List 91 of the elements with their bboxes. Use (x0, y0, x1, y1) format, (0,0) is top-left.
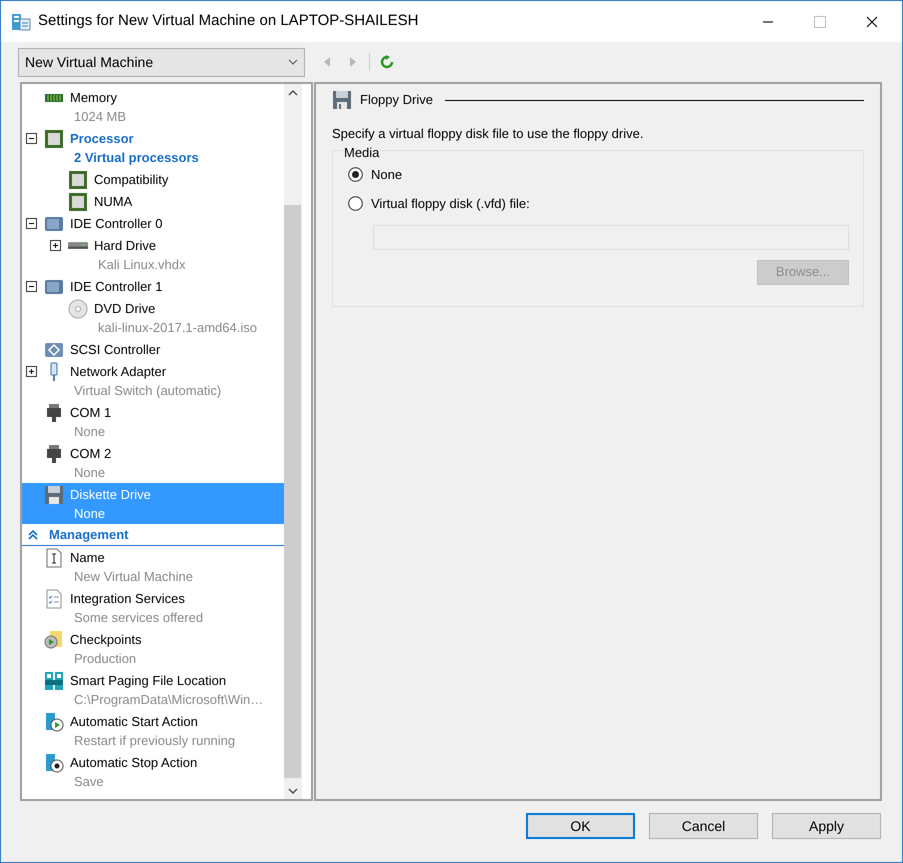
item-label: Network Adapter (70, 362, 166, 381)
tree-item[interactable]: IDE Controller 0 (22, 212, 284, 234)
item-label: Compatibility (94, 170, 168, 189)
item-detail: None (74, 506, 106, 521)
checklist-icon (44, 588, 64, 608)
floppy-icon (44, 484, 64, 504)
text-cursor-icon (44, 548, 64, 568)
item-label: Processor (70, 130, 134, 148)
item-label: IDE Controller 0 (70, 214, 162, 233)
item-detail: None (74, 465, 106, 480)
item-detail: Production (74, 651, 136, 666)
hard-drive-icon (68, 242, 88, 249)
item-detail: New Virtual Machine (74, 569, 193, 584)
item-label: IDE Controller 1 (70, 278, 162, 296)
chip-icon (68, 192, 88, 212)
serial-port-icon (44, 402, 64, 422)
item-label: Integration Services (70, 590, 185, 608)
scrollbar[interactable] (284, 84, 302, 799)
item-label: COM 1 (70, 404, 112, 422)
refresh-icon[interactable] (380, 55, 394, 69)
tree-item[interactable]: DVD Drive kali-linux-2017.1-amd64.iso (22, 297, 284, 338)
tree-item[interactable]: Integration Services Some services offered (22, 587, 284, 628)
item-label: NUMA (94, 192, 132, 211)
stop-action-icon (44, 752, 64, 772)
checkpoint-icon (44, 630, 64, 650)
collapse-icon[interactable] (26, 133, 37, 144)
item-label: DVD Drive (94, 300, 156, 318)
tree-item[interactable]: COM 1 None (22, 401, 284, 442)
radio-label: Virtual floppy disk (.vfd) file: (371, 195, 530, 213)
tree-item[interactable]: Processor 2 Virtual processors (22, 127, 284, 168)
chevron-icon (288, 59, 298, 65)
scrollbar-thumb[interactable] (284, 205, 301, 778)
tree-item[interactable]: Smart Paging File Location C:\ProgramData\Microsoft\Win… (22, 669, 284, 710)
expand-icon[interactable] (26, 366, 37, 377)
disc-icon (68, 298, 88, 318)
item-detail: kali-linux-2017.1-amd64.iso (98, 320, 257, 335)
tree-item[interactable]: Automatic Stop Action Save (22, 751, 284, 792)
tree-item[interactable]: SCSI Controller (22, 338, 284, 360)
radio-label: None (371, 166, 402, 184)
dialog-button[interactable]: Cancel (649, 813, 758, 839)
item-label: COM 2 (70, 444, 112, 463)
item-label: SCSI Controller (70, 340, 160, 359)
paging-icon (44, 670, 64, 690)
tree-item[interactable]: IDE Controller 1 (22, 275, 284, 297)
chip-icon (68, 170, 88, 190)
collapse-icon[interactable] (26, 218, 37, 229)
chip-icon (44, 128, 64, 148)
scroll-down-icon[interactable] (288, 788, 298, 794)
app-icon (11, 12, 31, 32)
dialog-button[interactable]: OK (526, 813, 635, 839)
item-label: Name (70, 548, 105, 567)
tree-item[interactable]: Name New Virtual Machine (22, 546, 284, 587)
item-detail: 2 Virtual processors (74, 150, 199, 165)
item-label: Automatic Stop Action (70, 754, 198, 772)
item-detail: None (74, 424, 106, 439)
item-detail: Save (74, 774, 104, 789)
item-label: Smart Paging File Location (70, 672, 226, 690)
serial-port-icon (44, 444, 64, 464)
item-label: Diskette Drive (70, 486, 151, 504)
item-detail: 1024 MB (74, 109, 126, 124)
radio-button[interactable] (348, 196, 363, 212)
tree-item[interactable]: Hard Drive Kali Linux.vhdx (22, 234, 284, 275)
floppy-icon (332, 90, 352, 110)
tree-item[interactable]: Compatibility (22, 168, 284, 190)
item-label: Automatic Start Action (70, 712, 198, 731)
close-icon[interactable] (866, 16, 878, 28)
item-label: Hard Drive (94, 236, 156, 255)
scroll-up-icon[interactable] (288, 90, 298, 96)
tree-item[interactable]: Memory 1024 MB (22, 86, 284, 127)
item-detail: Restart if previously running (74, 733, 236, 748)
vm-dropdown[interactable]: New Virtual Machine (18, 48, 305, 76)
start-action-icon (44, 712, 64, 732)
window-title: Settings for New Virtual Machine on LAPTOP-SHAILESH (38, 11, 418, 32)
item-label: Memory (70, 88, 117, 107)
item-detail: Some services offered (74, 610, 204, 625)
item-label: Checkpoints (70, 630, 142, 649)
description-text: Specify a virtual floppy disk file to use the floppy drive. (332, 125, 644, 143)
tree-item[interactable]: NUMA (22, 190, 284, 212)
section-header[interactable]: Management (22, 524, 284, 546)
item-detail: C:\ProgramData\Microsoft\Win… (74, 692, 264, 707)
item-detail: Virtual Switch (automatic) (74, 383, 222, 398)
expand-icon[interactable] (50, 240, 61, 251)
collapse-icon[interactable] (26, 281, 37, 292)
tree-item[interactable]: Automatic Start Action Restart if previously running (22, 710, 284, 751)
item-detail: Kali Linux.vhdx (98, 257, 186, 272)
section-title: Floppy Drive (360, 91, 433, 110)
radio-button[interactable] (348, 166, 363, 182)
tree-item[interactable]: COM 2 None (22, 442, 284, 483)
tree-item[interactable]: Checkpoints Production (22, 628, 284, 669)
dialog-button[interactable]: Apply (772, 813, 881, 839)
tree-item[interactable]: Network Adapter Virtual Switch (automatic) (22, 360, 284, 401)
